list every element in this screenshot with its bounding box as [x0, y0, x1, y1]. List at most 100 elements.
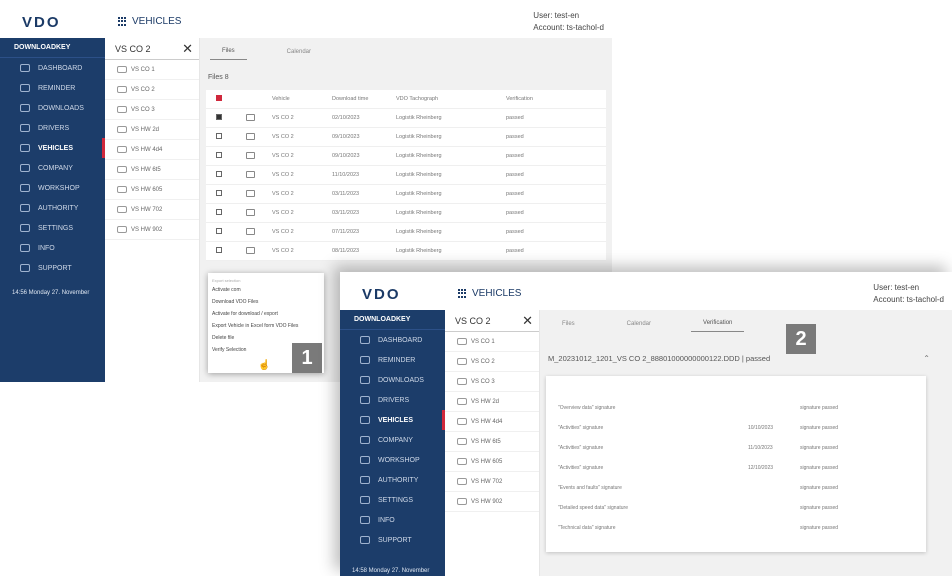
vehicle-list-item[interactable]: VS HW 605 — [105, 180, 199, 200]
sidebar-item-workshop[interactable]: WORKSHOP — [340, 450, 445, 470]
row-checkbox[interactable] — [216, 171, 222, 177]
close-icon[interactable]: ✕ — [522, 313, 533, 329]
context-menu-item[interactable]: Download VDO Files — [208, 295, 324, 307]
vehicle-list-item[interactable]: VS CO 1 — [445, 332, 539, 352]
table-row[interactable]: VS CO 2 09/10/2023 Logistik Rheinberg passe… — [206, 128, 606, 147]
sidebar-item-vehicles[interactable]: VEHICLES — [0, 138, 105, 158]
vehicle-list-item[interactable]: VS HW 4d4 — [105, 140, 199, 160]
column-verification[interactable]: Verification — [506, 96, 533, 102]
sidebar-item-support[interactable]: SUPPORT — [340, 530, 445, 550]
bell-icon — [20, 84, 30, 92]
vehicle-list-item[interactable]: VS CO 2 — [445, 352, 539, 372]
vehicle-name: VS HW 702 — [471, 478, 503, 485]
vehicle-list-item[interactable]: VS CO 2 — [105, 80, 199, 100]
sidebar-item-vehicles[interactable]: VEHICLES — [340, 410, 445, 430]
sidebar-item-authority[interactable]: AUTHORITY — [0, 198, 105, 218]
verification-file-title[interactable]: M_20231012_1201_VS CO 2_8880100000000012… — [548, 354, 770, 363]
sidebar-header[interactable]: DOWNLOADKEY — [340, 310, 445, 330]
cell-verification: passed — [506, 153, 524, 159]
file-icon — [246, 208, 255, 216]
table-row[interactable]: VS CO 2 03/11/2023 Logistik Rheinberg passe… — [206, 204, 606, 223]
signature-status: signature passed — [800, 445, 839, 451]
sidebar-item-reminder[interactable]: REMINDER — [0, 78, 105, 98]
sidebar-item-settings[interactable]: SETTINGS — [0, 218, 105, 238]
select-all-checkbox[interactable] — [216, 95, 222, 101]
table-row[interactable]: VS CO 2 07/11/2023 Logistik Rheinberg passe… — [206, 223, 606, 242]
context-menu-item[interactable]: Activate for download / export — [208, 307, 324, 319]
column-vehicle[interactable]: Vehicle — [272, 96, 332, 102]
context-menu-item[interactable]: Export Vehicle in Excel form VDO Files — [208, 319, 324, 331]
vehicle-list-item[interactable]: VS CO 3 — [445, 372, 539, 392]
row-checkbox[interactable] — [216, 114, 222, 120]
sidebar-item-drivers[interactable]: DRIVERS — [0, 118, 105, 138]
row-checkbox[interactable] — [216, 209, 222, 215]
sidebar-item-authority[interactable]: AUTHORITY — [340, 470, 445, 490]
tab-verification[interactable]: Verification — [691, 320, 745, 332]
vehicle-list-item[interactable]: VS HW 2d — [105, 120, 199, 140]
close-icon[interactable]: ✕ — [182, 41, 193, 57]
column-tachograph[interactable]: VDO Tachograph — [396, 96, 506, 102]
signature-row: "Activities" signature 12/10/2023 signatur… — [558, 458, 926, 478]
apps-grid-icon[interactable] — [118, 16, 128, 27]
sidebar-item-dashboard[interactable]: DASHBOARD — [340, 330, 445, 350]
sidebar-item-settings[interactable]: SETTINGS — [340, 490, 445, 510]
signature-label: "Detailed speed data" signature — [558, 505, 628, 511]
vehicle-list-item[interactable]: VS HW 902 — [445, 492, 539, 512]
row-checkbox[interactable] — [216, 190, 222, 196]
vehicle-list-item[interactable]: VS HW 6t5 — [445, 432, 539, 452]
row-checkbox[interactable] — [216, 228, 222, 234]
table-row[interactable]: VS CO 2 09/10/2023 Logistik Rheinberg passe… — [206, 147, 606, 166]
sidebar-item-reminder[interactable]: REMINDER — [340, 350, 445, 370]
vehicle-search[interactable]: VS CO 2 ✕ — [445, 310, 539, 332]
vehicle-name: VS HW 4d4 — [471, 418, 503, 425]
signature-row: "Activities" signature 11/10/2023 signatur… — [558, 438, 926, 458]
apps-grid-icon[interactable] — [458, 288, 468, 299]
table-row[interactable]: VS CO 2 03/11/2023 Logistik Rheinberg passe… — [206, 185, 606, 204]
tab-calendar[interactable]: Calendar — [275, 49, 323, 60]
vehicle-search[interactable]: VS CO 2 ✕ — [105, 38, 199, 60]
checkbox-cell — [206, 152, 232, 160]
vehicle-list-item[interactable]: VS HW 902 — [105, 220, 199, 240]
search-input[interactable]: VS CO 2 — [115, 44, 151, 54]
checkbox-cell — [206, 228, 232, 236]
column-download-time[interactable]: Download time — [332, 96, 396, 102]
sidebar-item-downloads[interactable]: DOWNLOADS — [340, 370, 445, 390]
sidebar-item-company[interactable]: COMPANY — [340, 430, 445, 450]
table-row[interactable]: VS CO 2 02/10/2023 Logistik Rheinberg passe… — [206, 109, 606, 128]
row-checkbox[interactable] — [216, 133, 222, 139]
table-row[interactable]: VS CO 2 11/10/2023 Logistik Rheinberg passe… — [206, 166, 606, 185]
sidebar-item-info[interactable]: INFO — [340, 510, 445, 530]
vehicle-list-item[interactable]: VS HW 605 — [445, 452, 539, 472]
vehicle-list-item[interactable]: VS CO 3 — [105, 100, 199, 120]
sidebar-item-workshop[interactable]: WORKSHOP — [0, 178, 105, 198]
row-checkbox[interactable] — [216, 152, 222, 158]
cell-tachograph: Logistik Rheinberg — [396, 115, 442, 121]
search-input[interactable]: VS CO 2 — [455, 316, 491, 326]
sidebar-header[interactable]: DOWNLOADKEY — [0, 38, 105, 58]
sidebar-item-info[interactable]: INFO — [0, 238, 105, 258]
vehicle-list-item[interactable]: VS CO 1 — [105, 60, 199, 80]
cell-tachograph: Logistik Rheinberg — [396, 210, 442, 216]
chevron-up-icon[interactable]: ⌃ — [923, 354, 930, 363]
vehicle-list-item[interactable]: VS HW 702 — [445, 472, 539, 492]
sidebar-item-support[interactable]: SUPPORT — [0, 258, 105, 278]
context-menu-item[interactable]: Activate com — [208, 283, 324, 295]
vehicle-list-item[interactable]: VS HW 2d — [445, 392, 539, 412]
sidebar-item-downloads[interactable]: DOWNLOADS — [0, 98, 105, 118]
tab-calendar[interactable]: Calendar — [615, 321, 663, 332]
vehicle-list-item[interactable]: VS HW 702 — [105, 200, 199, 220]
table-row[interactable]: VS CO 2 08/11/2023 Logistik Rheinberg passe… — [206, 242, 606, 261]
sidebar-item-drivers[interactable]: DRIVERS — [340, 390, 445, 410]
vehicle-list-item[interactable]: VS HW 4d4 — [445, 412, 539, 432]
tab-files[interactable]: Files — [210, 48, 247, 60]
vehicle-list-item[interactable]: VS HW 6t5 — [105, 160, 199, 180]
checkbox-cell — [206, 171, 232, 179]
sidebar-item-label: WORKSHOP — [38, 184, 80, 192]
sidebar-item-company[interactable]: COMPANY — [0, 158, 105, 178]
tab-files[interactable]: Files — [550, 321, 587, 332]
cell-date: 07/11/2023 — [332, 229, 360, 235]
row-checkbox[interactable] — [216, 247, 222, 253]
sidebar-item-dashboard[interactable]: DASHBOARD — [0, 58, 105, 78]
vehicle-icon — [457, 478, 467, 485]
context-menu-item[interactable]: Delete file — [208, 331, 324, 343]
